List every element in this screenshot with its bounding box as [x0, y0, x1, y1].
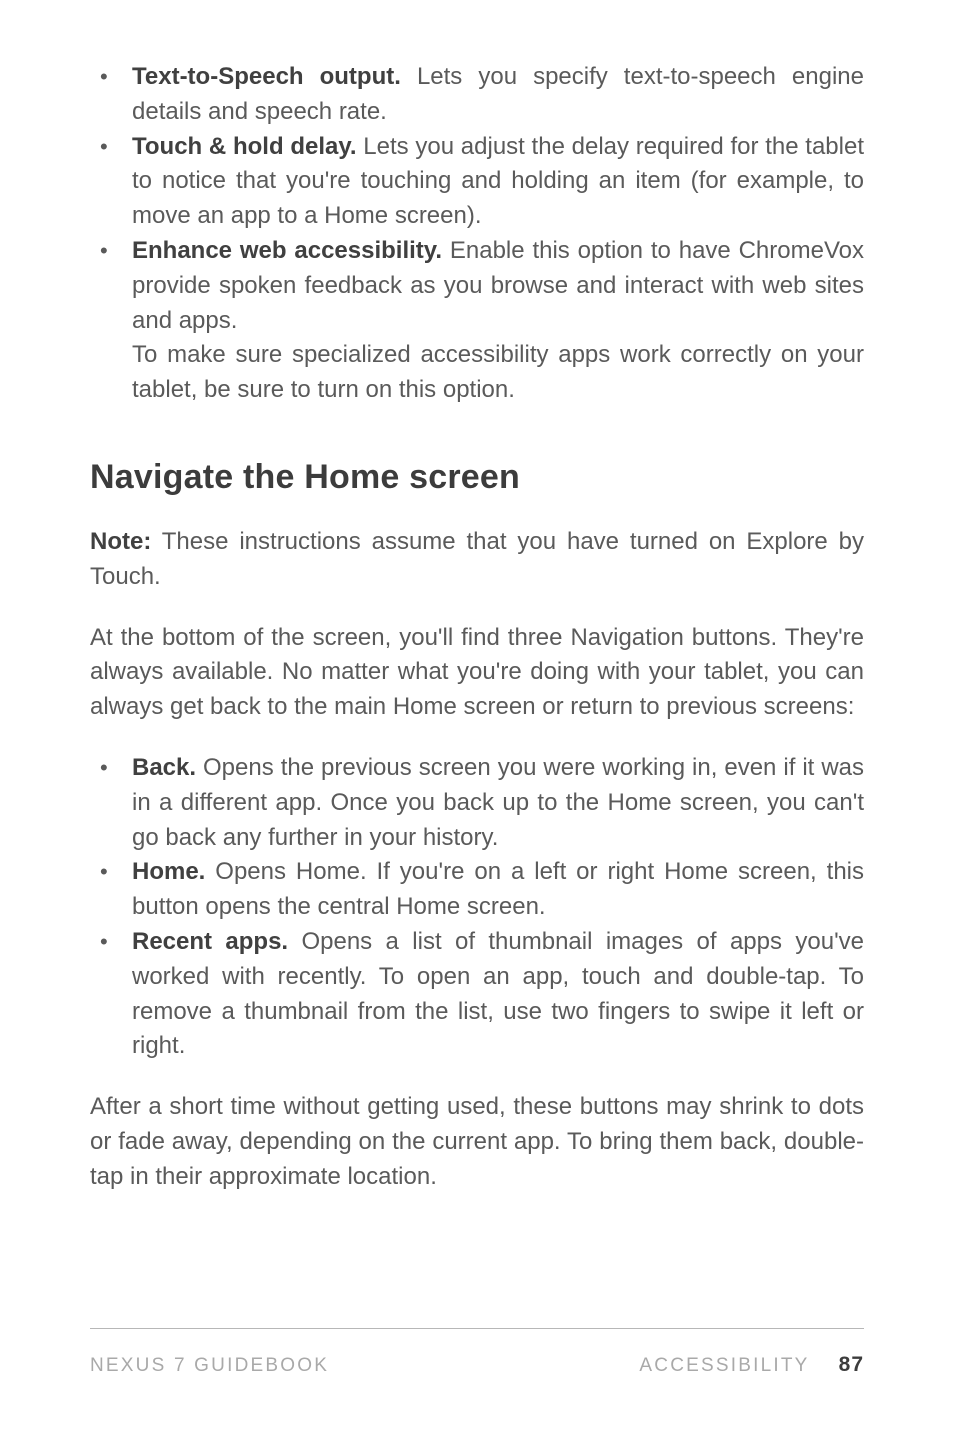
list-item: Back. Opens the previous screen you were… [90, 751, 864, 855]
nav-button-title: Recent apps. [132, 928, 288, 955]
nav-button-title: Home. [132, 858, 205, 885]
note-text: These instructions assume that you have … [90, 528, 864, 590]
feature-title: Touch & hold delay. [132, 133, 357, 160]
section-heading: Navigate the Home screen [90, 458, 864, 497]
note-paragraph: Note: These instructions assume that you… [90, 525, 864, 595]
footer-section-name: ACCESSIBILITY [639, 1355, 809, 1376]
list-item: Recent apps. Opens a list of thumbnail i… [90, 925, 864, 1064]
footer-book-title: NEXUS 7 GUIDEBOOK [90, 1355, 329, 1377]
nav-button-text: Opens the previous screen you were worki… [132, 754, 864, 851]
feature-title: Enhance web accessibility. [132, 237, 442, 264]
list-item: Touch & hold delay. Lets you adjust the … [90, 130, 864, 234]
list-item: Enhance web accessibility. Enable this o… [90, 234, 864, 408]
feature-title: Text-to-Speech output. [132, 63, 401, 90]
footer-right: ACCESSIBILITY 87 [639, 1353, 864, 1377]
list-item: Text-to-Speech output. Lets you specify … [90, 60, 864, 130]
nav-button-title: Back. [132, 754, 196, 781]
top-feature-list: Text-to-Speech output. Lets you specify … [90, 60, 864, 408]
feature-extra-text: To make sure specialized accessibility a… [132, 338, 864, 408]
outro-paragraph: After a short time without getting used,… [90, 1090, 864, 1194]
footer-divider [90, 1328, 864, 1329]
list-item: Home. Opens Home. If you're on a left or… [90, 855, 864, 925]
note-label: Note: [90, 528, 151, 555]
document-page: Text-to-Speech output. Lets you specify … [0, 0, 954, 1435]
intro-paragraph: At the bottom of the screen, you'll find… [90, 621, 864, 725]
nav-button-list: Back. Opens the previous screen you were… [90, 751, 864, 1064]
nav-button-text: Opens Home. If you're on a left or right… [132, 858, 864, 920]
footer-page-number: 87 [839, 1353, 864, 1376]
page-footer: NEXUS 7 GUIDEBOOK ACCESSIBILITY 87 [90, 1328, 864, 1377]
footer-row: NEXUS 7 GUIDEBOOK ACCESSIBILITY 87 [90, 1353, 864, 1377]
